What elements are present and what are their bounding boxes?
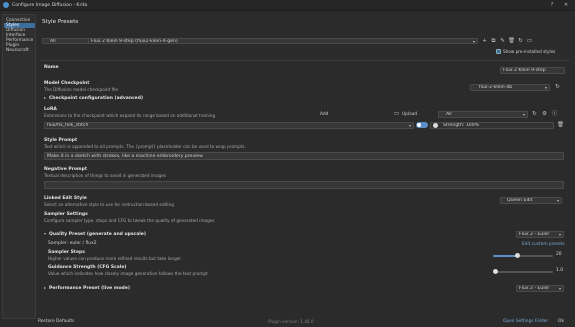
- show-installed-label: Show pre-installed styles: [503, 49, 556, 54]
- style-preset-select[interactable]: Flux 2 Klein 9-step (flux2-klein-4-gen) …: [88, 38, 478, 44]
- refresh-models-icon[interactable]: ↻: [554, 84, 561, 90]
- sidebar-item-neurocraft[interactable]: Neurocraft: [4, 48, 35, 53]
- chevron-down-icon: ▾: [558, 286, 561, 291]
- slider-fill: [493, 255, 517, 257]
- expand-arrow-icon[interactable]: ▸: [44, 285, 46, 291]
- help-icon[interactable]: ?: [548, 2, 556, 9]
- refresh-icon[interactable]: ↻: [531, 111, 538, 117]
- style-prompt-input[interactable]: Make it in a sketch with strokes, like a…: [44, 152, 564, 160]
- chevron-down-icon: ▾: [544, 85, 547, 90]
- upload-lora-button[interactable]: Upload: [402, 112, 417, 117]
- style-presets-panel: Style Presets All ▾ Flux 2 Klein 9-step …: [38, 14, 573, 319]
- name-label: Name: [44, 65, 59, 70]
- info-icon[interactable]: ⓘ: [551, 111, 558, 117]
- style-preset-value: Flux 2 Klein 9-step (flux2-klein-4-gen): [91, 39, 178, 44]
- lora-item-value: flux/flx_folk_stitch: [47, 123, 89, 128]
- quality-preset-toggle[interactable]: Quality Preset (generate and upscale): [49, 232, 146, 237]
- refresh-icon[interactable]: ↻: [517, 38, 524, 44]
- divider: [40, 60, 570, 61]
- cfg-scale-slider[interactable]: [493, 269, 553, 275]
- negative-prompt-input[interactable]: [44, 181, 564, 189]
- lora-filter-value: All: [446, 112, 452, 117]
- chevron-down-icon: ▾: [556, 198, 559, 203]
- sampler-settings-label: Sampler Settings: [44, 212, 88, 217]
- lora-filter-select[interactable]: All ▾: [438, 111, 528, 118]
- slider-knob[interactable]: [493, 269, 498, 274]
- chevron-down-icon: ▾: [558, 232, 561, 237]
- edit-custom-presets-link[interactable]: Edit custom presets: [522, 242, 565, 247]
- show-installed-checkbox[interactable]: [496, 49, 501, 54]
- plugin-version-text: Plugin version: 1.48.0: [268, 319, 314, 324]
- negative-prompt-description: Textual description of things to avoid i…: [44, 173, 167, 178]
- edit-style-icon[interactable]: ✎: [499, 38, 506, 44]
- expand-arrow-icon[interactable]: ▸: [44, 95, 46, 101]
- model-checkpoint-label: Model Checkpoint: [44, 81, 90, 86]
- sampler-steps-slider[interactable]: [493, 253, 553, 259]
- settings-icon[interactable]: ⚙: [541, 111, 548, 117]
- negative-prompt-label: Negative Prompt: [44, 167, 87, 172]
- sampler-steps-description: Higher values can produce more refined r…: [48, 256, 182, 261]
- app-icon: [3, 2, 9, 8]
- linked-edit-label: Linked Edit Style: [44, 196, 87, 201]
- page-title: Style Presets: [42, 19, 79, 25]
- lora-strength-slider[interactable]: Strength: 100%: [430, 122, 554, 129]
- style-name-input[interactable]: Flux 2 Klein 9-step: [500, 67, 565, 74]
- ok-button[interactable]: Ok: [558, 319, 564, 324]
- sampler-settings-description: Configure sampler type, steps and CFG to…: [44, 218, 215, 223]
- model-checkpoint-select[interactable]: flux-2-klein-4b ▾: [470, 84, 550, 91]
- collapse-arrow-icon[interactable]: ▾: [44, 231, 46, 237]
- chevron-down-icon: ▾: [408, 123, 411, 128]
- sampler-steps-label: Sampler Steps: [48, 250, 85, 255]
- linked-edit-description: Select an alternative style to use for i…: [44, 202, 174, 207]
- lora-description: Extensions to the checkpoint which expan…: [44, 113, 216, 118]
- sampler-steps-value: 20: [556, 252, 562, 257]
- chevron-down-icon: ▾: [472, 39, 475, 44]
- lora-enabled-toggle[interactable]: [416, 122, 428, 128]
- dialog-footer: Restore Defaults Plugin version: 1.48.0 …: [0, 319, 575, 327]
- checkpoint-config-toggle[interactable]: Checkpoint configuration (advanced): [49, 96, 143, 101]
- delete-style-icon[interactable]: 🗑: [508, 38, 515, 44]
- slider-knob[interactable]: [433, 123, 438, 128]
- window-title: Configure Image Diffusion - Krita: [12, 2, 88, 8]
- delete-lora-icon[interactable]: 🗑: [557, 122, 564, 128]
- style-filter-value: All: [50, 39, 56, 44]
- restore-defaults-button[interactable]: Restore Defaults: [38, 319, 74, 324]
- slider-track: [493, 271, 553, 273]
- cfg-scale-label: Guidance Strength (CFG Scale): [48, 265, 127, 270]
- sampler-text: Sampler: euler / flux2: [48, 241, 97, 246]
- linked-edit-select[interactable]: Queen Edit ▾: [500, 197, 562, 204]
- duplicate-style-icon[interactable]: ⧉: [490, 38, 497, 44]
- add-style-icon[interactable]: +: [481, 38, 488, 44]
- performance-preset-toggle[interactable]: Performance Preset (live mode): [49, 286, 130, 291]
- style-prompt-label: Style Prompt: [44, 138, 78, 143]
- chevron-down-icon: ▾: [522, 112, 525, 117]
- performance-preset-value: Flux 2 - Euler: [519, 286, 550, 291]
- cfg-scale-value: 1.0: [556, 268, 563, 273]
- lora-strength-label: Strength: 100%: [443, 123, 480, 128]
- slider-knob[interactable]: [515, 253, 520, 258]
- cfg-scale-description: Value which indicates how closely image …: [48, 271, 208, 276]
- open-settings-folder-link[interactable]: Open Settings Folder: [503, 319, 548, 324]
- quality-preset-select[interactable]: Flux 2 - Euler ▾: [516, 231, 564, 238]
- model-checkpoint-description: The Diffusion model checkpoint file: [44, 87, 118, 92]
- settings-sidebar: Connection Styles Diffusion Interface Pe…: [2, 14, 36, 319]
- lora-label: LoRA: [44, 107, 57, 112]
- close-icon[interactable]: ✕: [562, 2, 570, 9]
- quality-preset-value: Flux 2 - Euler: [519, 232, 550, 237]
- model-checkpoint-value: flux-2-klein-4b: [479, 85, 513, 90]
- lora-item-select[interactable]: flux/flx_folk_stitch ▾: [44, 122, 414, 129]
- style-prompt-description: Text which is appended to all prompts. T…: [44, 144, 246, 149]
- folder-icon[interactable]: ▭: [526, 38, 533, 44]
- performance-preset-select[interactable]: Flux 2 - Euler ▾: [516, 285, 564, 292]
- upload-icon: ▭: [393, 111, 400, 117]
- add-lora-button[interactable]: Add: [320, 112, 328, 117]
- linked-edit-value: Queen Edit: [507, 198, 533, 203]
- title-bar: Configure Image Diffusion - Krita ? ✕: [0, 0, 575, 11]
